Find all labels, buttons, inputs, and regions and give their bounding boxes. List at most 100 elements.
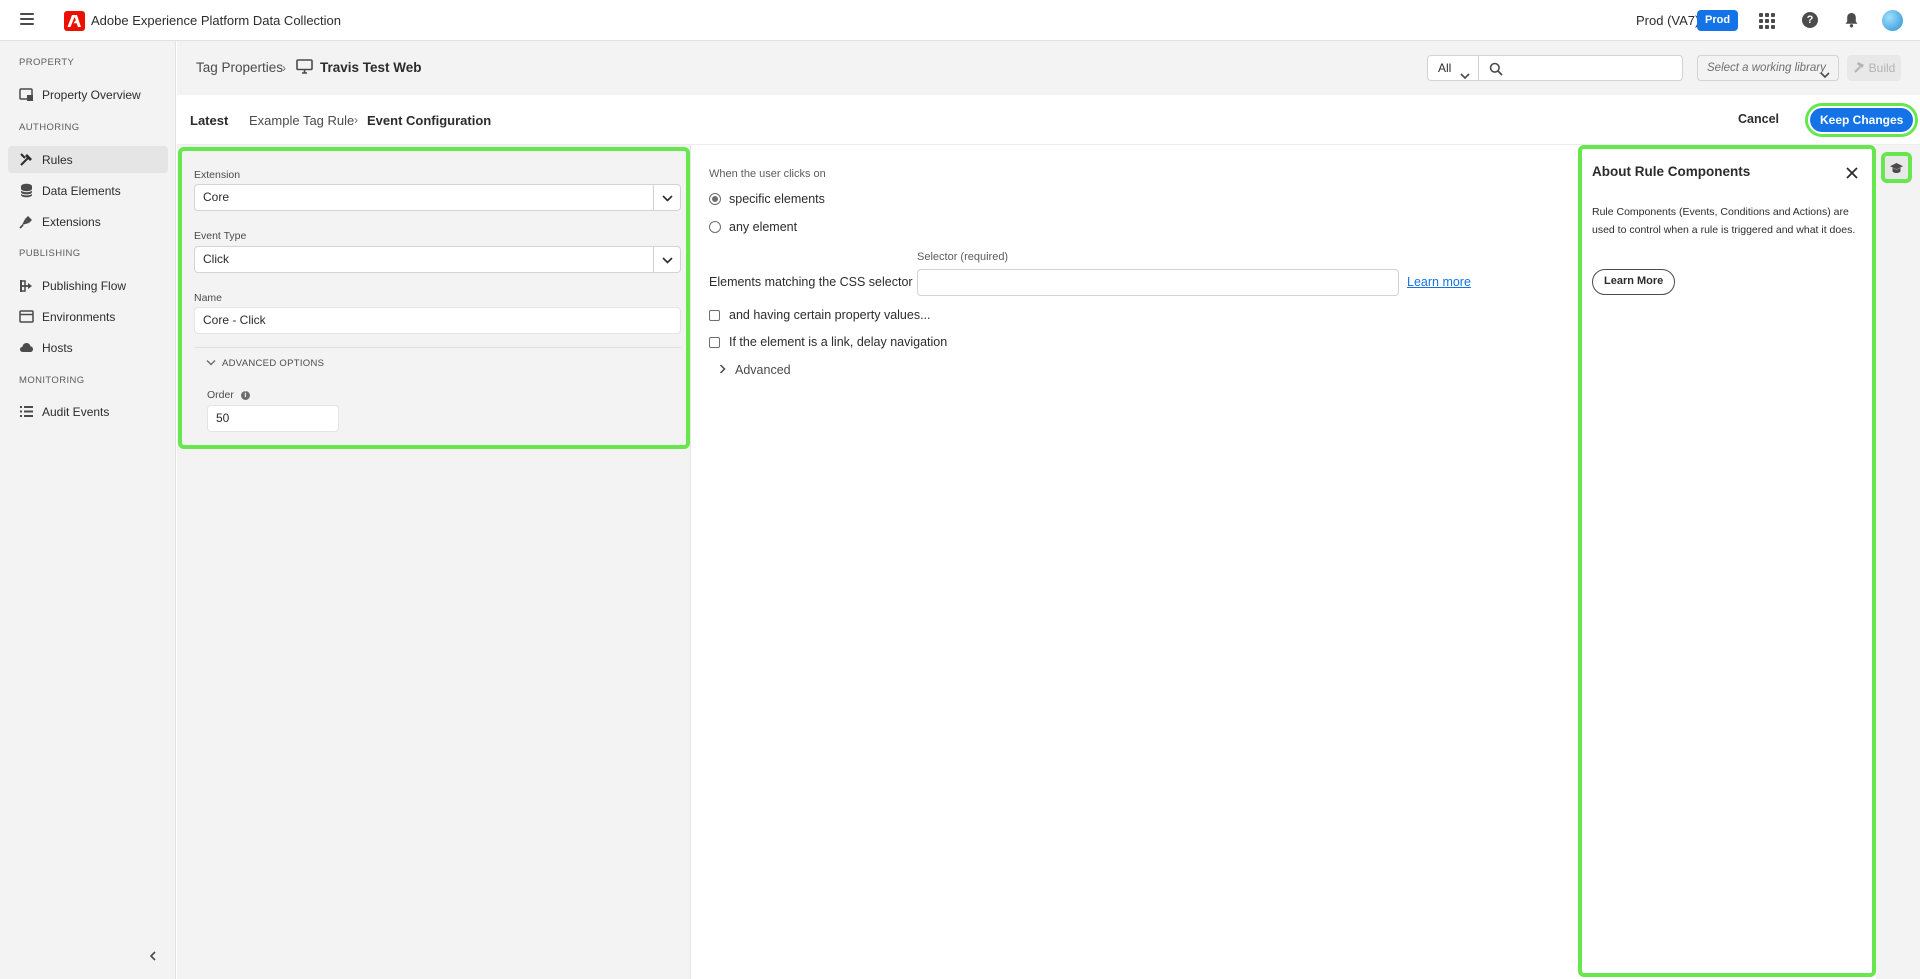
property-header: Tag Properties › Travis Test Web All Sel… [177,41,1920,95]
sidebar-item-label: Environments [42,309,116,324]
extension-value: Core [203,190,230,204]
org-switcher[interactable]: Prod (VA7) [1636,13,1699,28]
search-icon [1489,62,1503,79]
section-property: PROPERTY [19,57,75,68]
library-placeholder: Select a working library [1707,62,1826,74]
close-icon[interactable] [1846,167,1858,179]
radio-label: any element [729,220,798,234]
sidebar-item-label: Property Overview [42,87,141,102]
cloud-icon [19,340,34,355]
chevron-down-icon[interactable] [653,247,680,272]
name-field[interactable]: Core - Click [194,307,681,334]
extension-dropdown[interactable]: Core [194,184,681,211]
sidebar-item-label: Rules [42,152,73,167]
delay-navigation-checkbox[interactable] [709,336,720,348]
name-label: Name [194,292,223,304]
section-publishing: PUBLISHING [19,248,81,259]
divider [194,347,681,348]
advanced-toggle[interactable]: Advanced [719,363,791,377]
section-authoring: AUTHORING [19,122,80,133]
left-sidebar: PROPERTY Property Overview AUTHORING Rul… [0,41,176,979]
order-field[interactable]: 50 [207,405,339,432]
sidebar-item-publishing-flow[interactable]: Publishing Flow [8,272,168,299]
sidebar-item-audit-events[interactable]: Audit Events [8,398,168,425]
publishing-flow-icon [19,278,34,293]
sidebar-item-rules[interactable]: Rules [8,146,168,173]
app-switcher-icon[interactable] [1759,13,1775,29]
rule-editor-header: Latest Example Tag Rule › Event Configur… [177,95,1920,145]
help-title: About Rule Components [1592,164,1751,179]
app-title[interactable]: Adobe Experience Platform Data Collectio… [91,13,341,28]
search-input[interactable] [1509,58,1677,78]
info-icon[interactable]: i [240,390,250,400]
property-name: Travis Test Web [320,60,422,75]
chevron-right-icon [719,363,726,377]
learning-graduation-cap-icon[interactable] [1881,152,1912,183]
css-selector-input[interactable] [917,269,1399,296]
extension-label: Extension [194,169,241,181]
selector-label: Selector (required) [917,251,1009,263]
data-elements-icon [19,183,34,198]
working-library-dropdown[interactable]: Select a working library [1697,55,1839,81]
search-filter-dropdown[interactable]: All [1427,55,1479,81]
build-button[interactable]: Build [1847,55,1901,81]
advanced-options-toggle[interactable]: ADVANCED OPTIONS [206,358,324,369]
order-label: Order i [207,389,250,401]
cancel-button[interactable]: Cancel [1738,112,1779,126]
notifications-bell-icon[interactable] [1842,11,1860,29]
sidebar-item-extensions[interactable]: Extensions [8,208,168,235]
help-icon[interactable]: ? [1801,11,1819,29]
chevron-down-icon [1820,64,1830,88]
list-icon [19,404,34,419]
build-label: Build [1868,61,1896,75]
sidebar-item-hosts[interactable]: Hosts [8,334,168,361]
search-field[interactable] [1478,55,1683,81]
learn-more-button[interactable]: Learn More [1592,269,1676,295]
sidebar-item-label: Extensions [42,214,101,229]
advanced-options-label: ADVANCED OPTIONS [222,358,325,369]
extensions-icon [19,214,34,229]
breadcrumb-event-configuration: Event Configuration [367,113,492,128]
learn-more-link[interactable]: Learn more [1407,275,1471,289]
keep-changes-button[interactable]: Keep Changes [1804,103,1919,137]
event-config-panel: Extension Core Event Type Click Name Cor… [178,147,690,449]
rules-icon [19,152,34,167]
property-values-checkbox[interactable] [709,309,720,321]
radio-any-element[interactable]: any element [709,220,797,234]
radio-button[interactable] [709,221,721,233]
chevron-down-icon[interactable] [653,185,680,210]
event-settings: When the user clicks on specific element… [692,145,1578,979]
revision-latest[interactable]: Latest [190,113,228,128]
collapse-sidebar-chevron-left-icon[interactable] [146,949,160,963]
user-avatar[interactable] [1882,10,1903,31]
breadcrumb-rule[interactable]: Example Tag Rule [249,113,354,128]
sidebar-item-label: Data Elements [42,183,121,198]
event-type-value: Click [203,252,229,266]
delay-navigation-option[interactable]: If the element is a link, delay navigati… [709,335,947,349]
radio-button-selected[interactable] [709,193,721,205]
checkbox-label: and having certain property values... [729,308,931,322]
sidebar-item-label: Hosts [42,340,73,355]
top-bar: Adobe Experience Platform Data Collectio… [0,0,1920,41]
sidebar-item-environments[interactable]: Environments [8,303,168,330]
menu-icon[interactable] [20,13,34,27]
help-panel: About Rule Components Rule Components (E… [1578,145,1876,977]
event-type-dropdown[interactable]: Click [194,246,681,273]
breadcrumb-tag-properties[interactable]: Tag Properties [196,60,283,75]
filter-value: All [1438,61,1452,75]
web-monitor-icon [296,59,313,77]
help-description: Rule Components (Events, Conditions and … [1592,206,1856,236]
when-clicks-label: When the user clicks on [709,168,826,180]
radio-label: specific elements [729,192,825,206]
sidebar-item-property-overview[interactable]: Property Overview [8,81,168,108]
property-values-option[interactable]: and having certain property values... [709,308,931,322]
property-overview-icon [19,87,34,102]
css-selector-label: Elements matching the CSS selector [709,275,913,289]
chevron-right-icon: › [282,61,286,75]
advanced-label: Advanced [735,363,791,377]
right-rail [1876,145,1920,979]
environment-badge[interactable]: Prod [1697,10,1739,31]
adobe-logo-icon[interactable] [64,11,85,31]
radio-specific-elements[interactable]: specific elements [709,192,825,206]
sidebar-item-data-elements[interactable]: Data Elements [8,177,168,204]
